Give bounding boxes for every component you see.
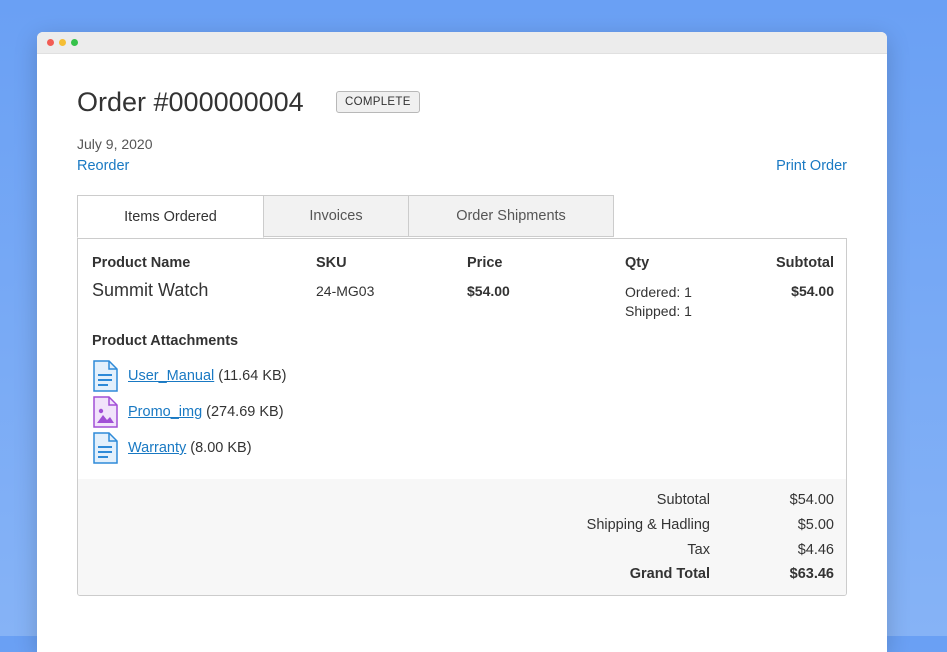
item-subtotal: $54.00 — [791, 283, 834, 299]
maximize-window-dot[interactable] — [71, 39, 78, 46]
attachment-item: Warranty (8.00 KB) — [92, 432, 252, 464]
document-icon — [93, 432, 118, 464]
items-ordered-panel: Product Name SKU Price Qty Subtotal Summ… — [77, 238, 847, 596]
reorder-link[interactable]: Reorder — [77, 158, 129, 174]
totals-grand-value: $63.46 — [789, 566, 834, 582]
tab-items-ordered[interactable]: Items Ordered — [77, 195, 264, 238]
totals-tax-value: $4.46 — [797, 542, 834, 558]
print-order-link[interactable]: Print Order — [776, 158, 847, 174]
attachment-size: (274.69 KB) — [206, 404, 284, 420]
header-qty: Qty — [625, 255, 650, 271]
totals-shipping-value: $5.00 — [797, 517, 834, 533]
image-file-icon — [93, 396, 118, 428]
minimize-window-dot[interactable] — [59, 39, 66, 46]
attachment-link-promo-img[interactable]: Promo_img — [128, 404, 202, 420]
status-badge: COMPLETE — [336, 91, 420, 113]
order-totals: Subtotal $54.00 Shipping & Hadling $5.00… — [78, 479, 846, 595]
tab-order-shipments[interactable]: Order Shipments — [408, 195, 614, 237]
header-price: Price — [467, 255, 503, 271]
header-product-name: Product Name — [92, 255, 191, 271]
order-tabs: Items Ordered Invoices Order Shipments — [77, 195, 614, 238]
attachment-link-warranty[interactable]: Warranty — [128, 440, 186, 456]
item-qty-ordered: Ordered: 1 — [625, 284, 692, 300]
tab-invoices[interactable]: Invoices — [263, 195, 409, 237]
browser-window: Order #000000004 COMPLETE July 9, 2020 R… — [37, 32, 887, 652]
item-qty-shipped: Shipped: 1 — [625, 303, 692, 319]
item-price: $54.00 — [467, 283, 510, 299]
window-titlebar — [37, 32, 887, 54]
attachments-title: Product Attachments — [92, 333, 239, 349]
attachment-size: (8.00 KB) — [190, 440, 252, 456]
totals-subtotal-label: Subtotal — [656, 492, 710, 508]
document-icon — [93, 360, 118, 392]
close-window-dot[interactable] — [47, 39, 54, 46]
header-sku: SKU — [316, 255, 347, 271]
totals-subtotal-value: $54.00 — [789, 492, 834, 508]
header-subtotal: Subtotal — [776, 255, 834, 271]
page-title: Order #000000004 — [77, 87, 304, 117]
attachment-size: (11.64 KB) — [218, 368, 287, 384]
item-product-name: Summit Watch — [92, 280, 209, 300]
item-sku: 24-MG03 — [316, 283, 375, 299]
attachment-item: User_Manual (11.64 KB) — [92, 360, 287, 392]
totals-shipping-label: Shipping & Hadling — [586, 517, 710, 533]
attachment-link-user-manual[interactable]: User_Manual — [128, 368, 214, 384]
attachment-item: Promo_img (274.69 KB) — [92, 396, 284, 428]
order-date: July 9, 2020 — [77, 136, 153, 152]
totals-grand-label: Grand Total — [629, 566, 710, 582]
item-qty: Ordered: 1 Shipped: 1 — [625, 283, 692, 321]
totals-tax-label: Tax — [687, 542, 710, 558]
